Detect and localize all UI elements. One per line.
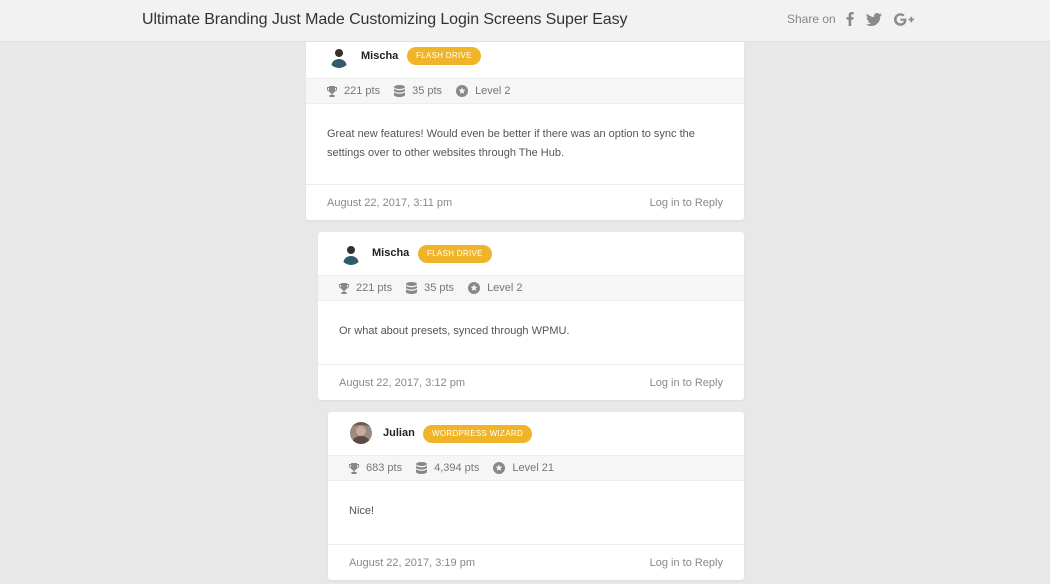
star-circle-icon <box>468 282 481 294</box>
avatar[interactable] <box>340 243 362 265</box>
twitter-icon[interactable] <box>865 10 882 28</box>
user-badge: FLASH DRIVE <box>407 47 481 65</box>
points-stat: 221 pts <box>339 282 392 294</box>
google-plus-icon[interactable] <box>893 10 914 28</box>
stash-stat: 35 pts <box>406 282 454 294</box>
star-circle-icon <box>456 85 469 97</box>
database-icon <box>416 462 428 474</box>
stash-value: 35 pts <box>424 282 455 294</box>
comment-author[interactable]: Julian <box>383 427 415 439</box>
comment-date: August 22, 2017, 3:19 pm <box>349 556 475 569</box>
user-stats: 221 pts 35 pts Level 2 <box>306 78 744 104</box>
points-value: 683 pts <box>366 462 403 474</box>
avatar[interactable] <box>350 422 372 444</box>
points-stat: 683 pts <box>349 462 402 474</box>
login-to-reply-link[interactable]: Log in to Reply <box>650 377 723 389</box>
avatar[interactable] <box>328 46 350 68</box>
stash-stat: 4,394 pts <box>416 462 479 474</box>
facebook-icon[interactable] <box>846 10 854 28</box>
stash-value: 4,394 pts <box>434 462 480 474</box>
comment-date: August 22, 2017, 3:12 pm <box>339 376 465 389</box>
comment-text: Nice! <box>349 505 375 517</box>
level-value: Level 2 <box>475 85 511 97</box>
comment-text: Great new features! Would even be better… <box>327 128 695 159</box>
star-circle-icon <box>493 462 506 474</box>
database-icon <box>394 85 406 97</box>
share-bar: Share on <box>787 10 926 28</box>
points-stat: 221 pts <box>327 85 380 97</box>
points-value: 221 pts <box>356 282 393 294</box>
user-badge: WORDPRESS WIZARD <box>423 425 533 443</box>
top-bar: Ultimate Branding Just Made Customizing … <box>0 0 1050 42</box>
database-icon <box>406 282 418 294</box>
level-value: Level 21 <box>512 462 554 474</box>
comment-author[interactable]: Mischa <box>372 247 409 259</box>
stash-stat: 35 pts <box>394 85 442 97</box>
comment-footer: August 22, 2017, 3:12 pm Log in to Reply <box>318 364 744 400</box>
trophy-icon <box>327 85 337 97</box>
stash-value: 35 pts <box>412 85 443 97</box>
user-stats: 221 pts 35 pts Level 2 <box>318 275 744 301</box>
comment-author[interactable]: Mischa <box>361 50 398 62</box>
comment-card: Mischa FLASH DRIVE 221 pts 35 pts Level … <box>306 32 744 220</box>
login-to-reply-link[interactable]: Log in to Reply <box>650 197 723 209</box>
level-stat: Level 2 <box>456 85 511 97</box>
level-value: Level 2 <box>487 282 523 294</box>
login-to-reply-link[interactable]: Log in to Reply <box>650 557 723 569</box>
level-stat: Level 2 <box>468 282 523 294</box>
share-label: Share on <box>787 12 836 26</box>
points-value: 221 pts <box>344 85 381 97</box>
comment-text: Or what about presets, synced through WP… <box>339 325 570 337</box>
comment-card: Julian WORDPRESS WIZARD 683 pts 4,394 pt… <box>328 412 744 580</box>
comment-date: August 22, 2017, 3:11 pm <box>327 196 453 209</box>
comment-header: Mischa FLASH DRIVE <box>318 232 744 275</box>
comment-footer: August 22, 2017, 3:19 pm Log in to Reply <box>328 544 744 580</box>
comment-footer: August 22, 2017, 3:11 pm Log in to Reply <box>306 184 744 220</box>
user-badge: FLASH DRIVE <box>418 245 492 263</box>
level-stat: Level 21 <box>493 462 554 474</box>
page-title: Ultimate Branding Just Made Customizing … <box>142 11 628 28</box>
trophy-icon <box>339 282 349 294</box>
user-stats: 683 pts 4,394 pts Level 21 <box>328 455 744 481</box>
trophy-icon <box>349 462 359 474</box>
comment-card: Mischa FLASH DRIVE 221 pts 35 pts Level … <box>318 232 744 400</box>
comment-header: Julian WORDPRESS WIZARD <box>328 412 744 455</box>
